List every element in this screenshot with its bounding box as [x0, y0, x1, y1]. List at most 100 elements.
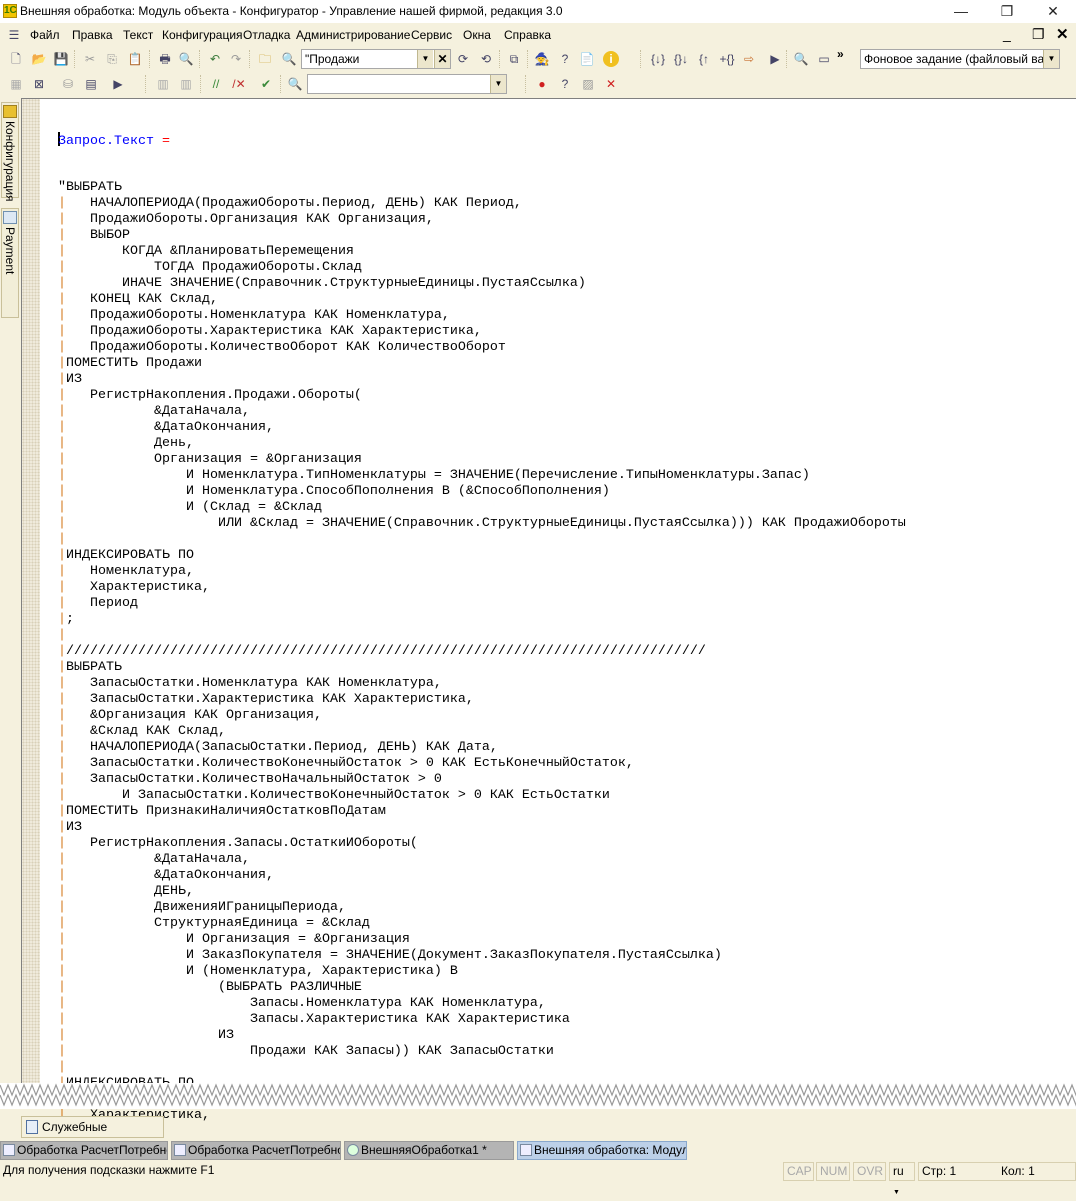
disable-breakpoint-icon[interactable]: ▨: [580, 76, 596, 92]
menu-help[interactable]: Справка: [504, 28, 551, 42]
window-tab-active[interactable]: Внешняя обработка: Модул...: [517, 1141, 687, 1160]
remove-breakpoints-icon[interactable]: ✕: [603, 76, 619, 92]
undo-icon[interactable]: ↶: [207, 51, 223, 67]
open-icon[interactable]: 📂: [31, 51, 47, 67]
form-icon[interactable]: ⊠: [31, 76, 47, 92]
module-icon[interactable]: ▦: [8, 76, 24, 92]
code-line: | ПродажиОбороты.Характеристика КАК Хара…: [58, 324, 906, 340]
mdi-minimize-button[interactable]: _: [1003, 26, 1011, 42]
editor-gutter[interactable]: [22, 99, 40, 1109]
menu-service[interactable]: Сервис: [411, 28, 452, 42]
mdi-restore-button[interactable]: ❐: [1032, 26, 1045, 43]
window-tab[interactable]: Обработка РасчетПотребно...: [0, 1141, 168, 1160]
clear-search-button[interactable]: ✕: [434, 50, 450, 68]
print-preview-icon[interactable]: 🔍: [178, 51, 194, 67]
app-logo-icon: 1C: [3, 4, 17, 18]
continue-icon[interactable]: ▶: [767, 51, 783, 67]
search-icon[interactable]: 🔍: [281, 51, 297, 67]
database-icon[interactable]: ⛁: [60, 76, 76, 92]
run-to-cursor-icon[interactable]: +{}: [719, 51, 735, 67]
find-in-files-icon[interactable]: 🗀: [257, 51, 273, 67]
minimize-button[interactable]: —: [938, 0, 984, 23]
code-line-text: Организация = &Организация: [66, 452, 362, 467]
redo-icon[interactable]: ↷: [228, 51, 244, 67]
left-panel: Конфигурация Payment gateway: [0, 98, 20, 1083]
step-out-icon[interactable]: {↑: [696, 51, 712, 67]
new-icon[interactable]: 🗋: [8, 51, 24, 67]
evaluate-icon[interactable]: 🔍: [793, 51, 809, 67]
code-line: |: [58, 1060, 906, 1076]
menu-administration[interactable]: Администрирование: [296, 28, 410, 42]
toggle-breakpoint-icon[interactable]: ●: [534, 76, 550, 92]
close-button[interactable]: ✕: [1030, 0, 1076, 23]
code-line-text: ЗапасыОстатки.КоличествоКонечныйОстаток …: [66, 756, 634, 771]
chevron-down-icon[interactable]: ▼: [1043, 50, 1059, 68]
tab-payment-gateway-label: Payment gateway: [0, 227, 17, 275]
menu-configuration[interactable]: Конфигурация: [162, 28, 243, 42]
print-icon[interactable]: 🖶: [157, 51, 173, 67]
toolbar-secondary: ▦ ⊠ ⛁ ▤ ▶ ▥ ▥ // /✕ ✔ 🔍 ▼ ● ? ▨ ✕: [0, 72, 1076, 96]
goto-icon[interactable]: ⇨: [741, 51, 757, 67]
query-builder-icon[interactable]: 🔍: [287, 76, 303, 92]
code-text[interactable]: Запрос.Текст = "ВЫБРАТЬ | НАЧАЛОПЕРИОДА(П…: [58, 100, 906, 1172]
menu-text[interactable]: Текст: [123, 28, 153, 42]
step-over-icon[interactable]: {}↓: [673, 51, 689, 67]
background-job-select[interactable]: Фоновое задание (файловый вариа ▼: [860, 49, 1060, 69]
mdi-close-button[interactable]: ✕: [1056, 25, 1069, 43]
run-icon[interactable]: ▶: [110, 76, 126, 92]
format-block-icon[interactable]: ▥: [155, 76, 171, 92]
menu-edit[interactable]: Правка: [72, 28, 113, 42]
code-line-text: &ДатаОкончания,: [66, 868, 274, 883]
windows-icon[interactable]: ⧉: [506, 51, 522, 67]
syntax-helper-icon[interactable]: ?: [557, 51, 573, 67]
string-continuation-pipe: |: [58, 708, 66, 723]
menu-file[interactable]: Файл: [30, 28, 60, 42]
system-menu-icon[interactable]: ☰: [6, 27, 22, 43]
wizard-icon[interactable]: 🧙: [534, 51, 550, 67]
code-line-text: &ДатаНачала,: [66, 404, 250, 419]
uncomment-icon[interactable]: /✕: [231, 76, 247, 92]
find-next-icon[interactable]: ⟳: [455, 51, 471, 67]
window-tab[interactable]: Обработка РасчетПотребно...: [171, 1141, 341, 1160]
search-input[interactable]: "Продажи ▼ ✕: [301, 49, 451, 69]
window-tab-label: ВнешняяОбработка1 *: [361, 1143, 487, 1157]
step-into-icon[interactable]: {↓}: [650, 51, 666, 67]
copy-icon[interactable]: ⎘: [104, 51, 120, 67]
chevron-down-icon[interactable]: ▼: [490, 75, 506, 93]
paste-icon[interactable]: 📋: [127, 51, 143, 67]
code-line-text: ;: [66, 612, 74, 627]
menu-debug[interactable]: Отладка: [243, 28, 290, 42]
maximize-button[interactable]: ❐: [984, 0, 1030, 23]
format-block2-icon[interactable]: ▥: [178, 76, 194, 92]
tab-payment-gateway[interactable]: Payment gateway: [0, 208, 19, 318]
find-previous-icon[interactable]: ⟲: [478, 51, 494, 67]
menu-windows[interactable]: Окна: [463, 28, 491, 42]
save-icon[interactable]: 💾: [53, 51, 69, 67]
code-line-text: ЗапасыОстатки.КоличествоНачальныйОстаток…: [66, 772, 442, 787]
code-line: | И (Номенклатура, Характеристика) В: [58, 964, 906, 980]
code-editor[interactable]: Запрос.Текст = "ВЫБРАТЬ | НАЧАЛОПЕРИОДА(П…: [21, 98, 1076, 1139]
cut-icon[interactable]: ✂: [82, 51, 98, 67]
tab-configuration[interactable]: Конфигурация: [1, 102, 19, 202]
code-line: |ИНДЕКСИРОВАТЬ ПО: [58, 548, 906, 564]
comment-icon[interactable]: //: [208, 76, 224, 92]
code-line: | И (Склад = &Склад: [58, 500, 906, 516]
search-dropdown-button[interactable]: ▼: [417, 50, 433, 68]
procedures-select[interactable]: ▼: [307, 74, 507, 94]
language-selector[interactable]: ru ▼: [889, 1162, 915, 1196]
code-line-text: Номенклатура,: [66, 564, 194, 579]
conditional-breakpoint-icon[interactable]: ?: [557, 76, 573, 92]
watch-icon[interactable]: ▭: [816, 51, 832, 67]
code-line: | Период: [58, 596, 906, 612]
service-messages-tab[interactable]: Служебные сообщения: [21, 1116, 164, 1154]
string-continuation-pipe: |: [58, 756, 66, 771]
document-icon[interactable]: 📄: [579, 51, 595, 67]
info-icon[interactable]: i: [603, 51, 619, 67]
string-continuation-pipe: |: [58, 500, 66, 515]
window-tab[interactable]: ВнешняяОбработка1 *: [344, 1141, 514, 1160]
syntax-check-icon[interactable]: ✔: [258, 76, 274, 92]
code-line-text: ДвиженияИГраницыПериода,: [66, 900, 346, 915]
more-tools-icon[interactable]: »: [837, 47, 844, 61]
status-bar: Для получения подсказки нажмите F1 CAP N…: [0, 1162, 1076, 1196]
table-icon[interactable]: ▤: [83, 76, 99, 92]
